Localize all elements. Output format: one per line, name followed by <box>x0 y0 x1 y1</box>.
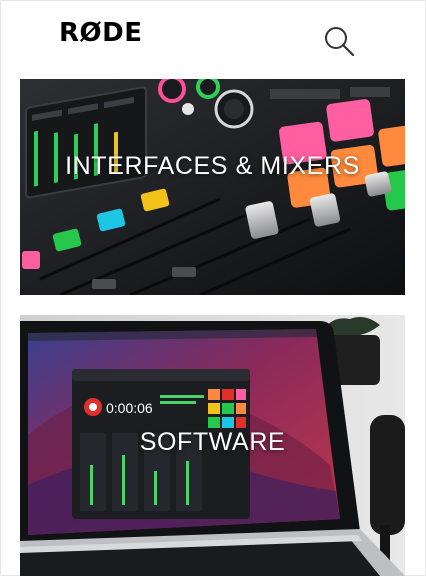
category-card-interfaces-mixers[interactable]: INTERFACES & MIXERS <box>20 79 405 295</box>
software-timer: 0:00:06 <box>106 400 153 416</box>
search-icon <box>325 27 355 57</box>
mixer-photo <box>20 79 405 295</box>
search-button[interactable] <box>322 24 356 58</box>
site-header: RØDE <box>0 0 426 72</box>
brand-logo[interactable]: RØDE <box>59 18 142 48</box>
category-label: INTERFACES & MIXERS <box>65 152 360 180</box>
category-card-software[interactable]: 0:00:06 SOFTWARE <box>20 315 405 576</box>
category-label: SOFTWARE <box>139 428 286 456</box>
